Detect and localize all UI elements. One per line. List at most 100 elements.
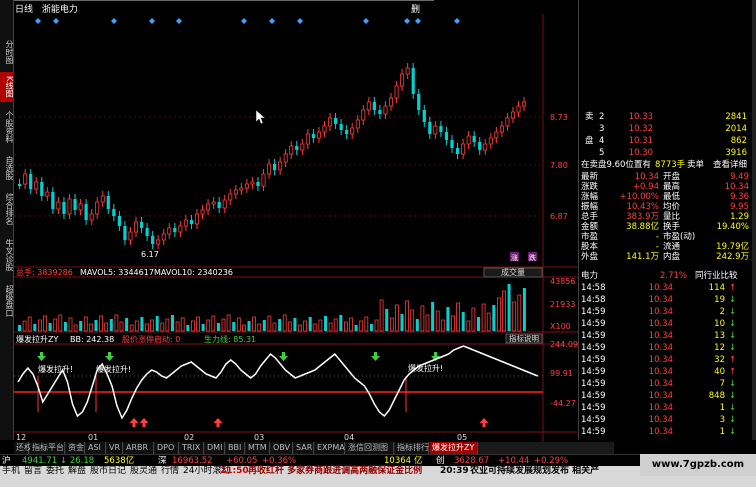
tab-16[interactable]: 爆发拉升ZY [430,442,478,454]
cell: 10 [714,319,725,329]
cell: 10.34 [634,172,659,182]
cell: 14:59 [581,367,606,377]
volume-bar [303,320,308,332]
volume-bar [318,319,323,332]
indicator-bb: BB: 242.38 [70,335,114,344]
orderbook-row: 卖 2 10.33 2841 [579,112,756,122]
scrollbar[interactable] [752,0,756,440]
volume-bar [420,305,425,332]
cell: 14:59 [581,415,606,425]
cell: ↓ [729,403,737,413]
volume-bar [410,309,415,332]
tab-2[interactable]: 资金 [66,442,85,454]
quote-row: 股本 - 流通 19.79亿 [579,242,756,252]
tab-ranking[interactable]: 综合排名 [0,188,14,230]
candle-body [322,125,327,133]
tab-15[interactable]: 指标排行 [395,442,429,454]
volume-bar [216,323,220,331]
volume-bar [37,319,42,332]
cell: 最新 [581,172,599,182]
tab-1[interactable]: 指标平台 [30,442,65,454]
menu-items: 手机 留言 委托 解盘 股市日记 股灵通 行情 24小时滚动 [2,466,230,477]
cell: 2 [719,307,725,317]
cell: 10.34 [648,391,673,401]
volume-bar [134,320,139,332]
volume-bar [73,324,78,332]
price-axis-label: 6.87 [550,212,568,221]
orderbook-row: 盘 4 10.31 862 [579,136,756,146]
news2-headline[interactable]: 农业可持续发展规划发布 相关产 [470,466,599,477]
candle-body [228,193,233,201]
trading-app: 分时图 K线图 个股资料 自选股 综合排名 牛叉诊股 超级盘口 日线 浙能电力 … [0,0,756,487]
menu-item-4[interactable]: 股市日记 [90,466,126,477]
indicator-axis-label: 99.91 [550,369,573,378]
tab-14[interactable]: 涨信回测图 [346,442,394,454]
volume-bar [180,317,185,332]
tab-9[interactable]: BBI [226,442,245,454]
cell: 10.34 [648,379,673,389]
volume-bar [394,304,399,332]
tab-timeshare[interactable]: 分时图 [0,36,14,68]
tab-diagnose[interactable]: 牛叉诊股 [0,234,14,276]
volume-bar [359,320,364,332]
menu-item-5[interactable]: 股灵通 [130,466,157,477]
candlesticks [18,63,527,249]
menu-item-0[interactable]: 手机 [2,466,20,477]
menu-item-3[interactable]: 解盘 [68,466,86,477]
candle-body [455,148,460,154]
tab-10[interactable]: MTM [246,442,270,454]
tab-5[interactable]: ARBR [124,442,154,454]
down-arrow-icon [37,352,46,361]
candle-body [267,163,272,175]
tab-4[interactable]: VR [107,442,123,454]
candle-body [400,73,405,87]
tab-watchlist[interactable]: 自选股 [0,152,14,184]
candle-body [494,131,499,139]
cell: ↓ [729,379,737,389]
cell: 14:59 [581,379,606,389]
volume-bar [502,290,506,332]
candle-body [389,97,394,107]
candle-body [56,201,61,210]
candle-body [466,135,471,145]
menu-item-1[interactable]: 留言 [24,466,42,477]
tab-stock-info[interactable]: 个股资料 [0,106,14,148]
tab-7[interactable]: TRIX [180,442,204,454]
tab-3[interactable]: ASI [86,442,106,454]
candle-body [89,213,94,221]
tab-8[interactable]: DMI [205,442,225,454]
cell: 10.34 [648,415,673,425]
tab-12[interactable]: SAR [294,442,314,454]
candle-body [145,228,149,236]
candle-body [483,143,488,151]
quote-row: 振幅 10.43% 均价 9.95 [579,202,756,212]
volume-bar [512,301,517,332]
chart-area[interactable]: 6.17 8.73 7.80 6.87 涨 跌 总手: 3839286 MAVO… [14,14,578,442]
candle-body [439,126,443,132]
cell: 总手 [581,212,599,222]
candle-body [305,133,310,145]
volume-bar [339,315,343,331]
menu-item-2[interactable]: 委托 [46,466,64,477]
tab-kline[interactable]: K线图 [0,72,14,102]
tab-11[interactable]: OBV [271,442,293,454]
menu-item-6[interactable]: 行情 [161,466,179,477]
candle-body [311,134,316,138]
volume-bar [389,317,394,332]
tick-row: 14:59 10.34 13 ↓ [579,331,756,341]
x-axis-label: 02 [184,433,194,442]
tab-13[interactable]: EXPMA [315,442,345,454]
candle-body [488,137,493,145]
volume-bar [190,320,195,332]
candle-body [339,124,343,130]
tick-row: 14:59 10.34 848 ↓ [579,391,756,401]
cell: ↓ [729,427,737,437]
quote-row: 涨跌 +0.94 最高 10.34 [579,182,756,192]
news-headline[interactable]: 再收红杆 多家券商跟进调高两融保证金比例 [248,466,422,477]
cell: 9.36 [730,192,749,202]
cell: 141.1万 [626,252,659,262]
cell: ↑ [729,367,737,377]
tab-super-book[interactable]: 超级盘口 [0,280,14,322]
tab-6[interactable]: DPO [155,442,179,454]
tab-0[interactable]: 还权 [14,442,32,454]
